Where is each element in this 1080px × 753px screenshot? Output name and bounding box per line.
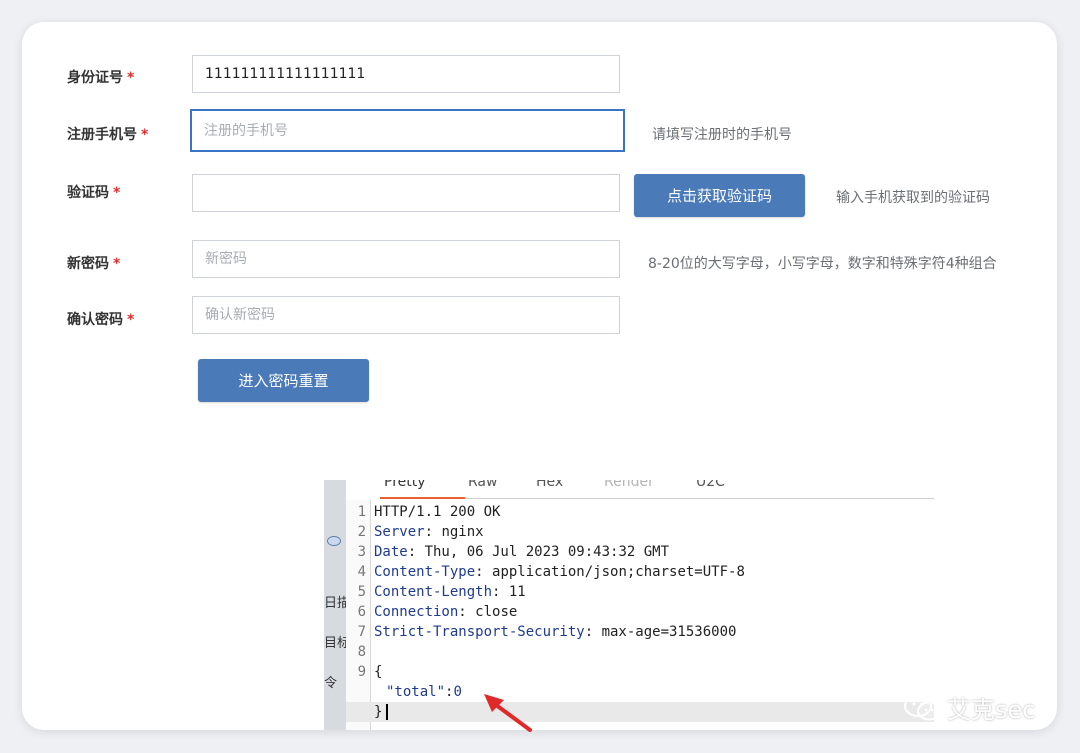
code-line: 8 [357,644,366,660]
confirm-password-input[interactable] [192,296,620,334]
left-sidebar-strip: 日描 目标 令 [324,480,350,730]
phone-input[interactable] [190,109,625,152]
phone-label: 注册手机号 * [67,127,149,143]
get-captcha-button[interactable]: 点击获取验证码 [634,174,805,217]
new-password-input[interactable] [192,240,620,278]
tab-raw[interactable]: Raw [468,480,497,490]
code-line: 6 Connection: close [357,604,518,620]
captcha-label: 验证码 * [67,185,121,201]
code-line: 4 Content-Type: application/json;charset=… [357,564,745,580]
confirm-password-row: 确认密码 * [22,296,1057,336]
code-line: 2 Server: nginx [357,524,484,540]
watermark: 艾克sec [903,690,1035,725]
watermark-text: 艾克sec [947,696,1036,724]
http-response-viewer: 日描 目标 令 Pretty Raw Hex Render U2C 1 HTTP/… [324,480,934,730]
code-line-current: } [346,702,934,722]
new-password-label: 新密码 * [67,256,121,272]
tab-u2c[interactable]: U2C [696,480,725,490]
id-number-row: 身份证号 * [22,55,1057,95]
reset-password-card: 身份证号* 注册手机号* 请填写注册时的手机号 验证码* 点击获取验证码 输入手… [22,22,1057,730]
code-line: 3 Date: Thu, 06 Jul 2023 09:43:32 GMT [357,544,670,560]
code-line: 9{ [357,664,383,680]
captcha-row: 验证码 * 点击获取验证码 输入手机获取到的验证码 [22,173,1057,219]
sidebar-fragment: 令 [324,676,338,691]
annotation-arrow-icon [484,694,532,732]
confirm-password-label: 确认密码 * [67,312,135,328]
code-line: 7 Strict-Transport-Security: max-age=3153… [357,624,737,640]
code-line: 1 HTTP/1.1 200 OK [357,504,501,520]
tab-render[interactable]: Render [604,480,654,490]
password-rule-hint: 8-20位的大写字母，小写字母，数字和特殊字符4种组合 [648,256,997,272]
captcha-input[interactable] [192,174,620,212]
reset-password-submit-button[interactable]: 进入密码重置 [198,359,369,402]
wechat-icon [904,694,941,720]
text-cursor [386,704,388,720]
tab-hex[interactable]: Hex [536,480,563,490]
response-body: 1 HTTP/1.1 200 OK 2 Server: nginx 3 Date: T… [346,502,934,722]
view-tabs: Pretty Raw Hex Render U2C [360,480,934,499]
phone-row: 注册手机号* 请填写注册时的手机号 [22,109,1057,155]
code-line: 5 Content-Length: 11 [357,584,526,600]
new-password-row: 新密码 * 8-20位的大写字母，小写字母，数字和特殊字符4种组合 [22,240,1057,280]
code-line: "total":0 [386,684,462,700]
id-number-label: 身份证号 * [67,70,135,86]
captcha-hint: 输入手机获取到的验证码 [836,190,990,206]
active-tab-indicator [380,497,465,499]
id-number-input[interactable] [192,55,620,93]
tab-pretty[interactable]: Pretty [384,480,426,490]
eye-icon [327,536,341,546]
phone-hint: 请填写注册时的手机号 [652,127,792,143]
